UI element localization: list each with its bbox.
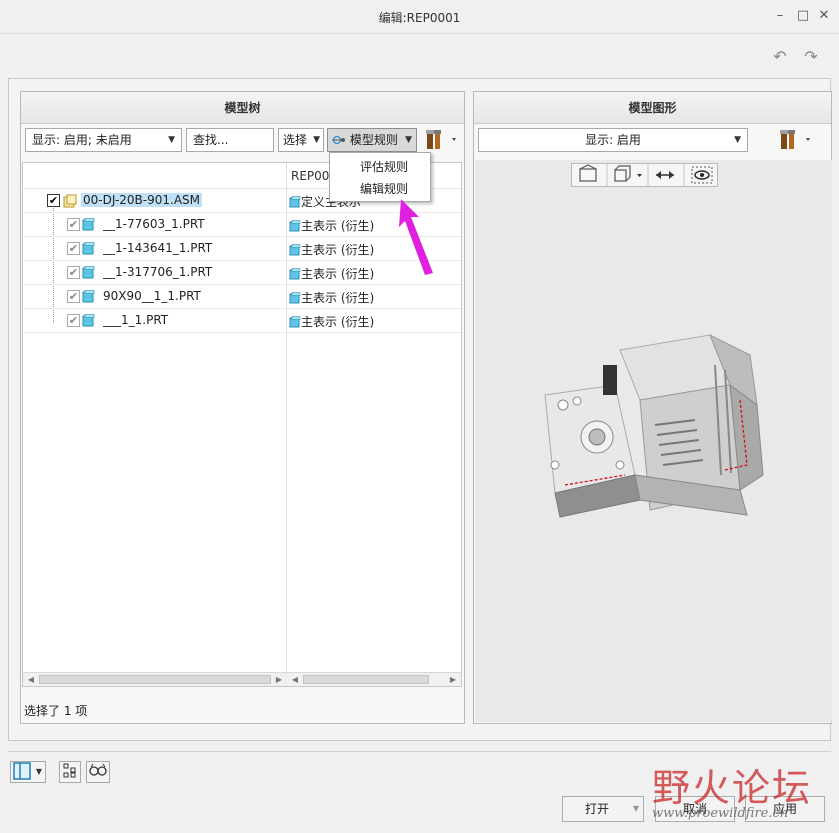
tree-row-rep: 主表示 (衍生) xyxy=(289,265,374,282)
layout-icon xyxy=(13,762,31,780)
minimize-button[interactable]: – xyxy=(771,7,789,25)
model-rules-button[interactable]: 模型规则 ▼ xyxy=(327,128,417,152)
cube-icon xyxy=(289,316,301,328)
graphics-settings-button[interactable] xyxy=(776,128,816,152)
layout-toggle-button[interactable]: ▼ xyxy=(10,761,46,783)
cube-icon xyxy=(289,220,301,232)
view-toolbar-icons xyxy=(579,164,713,186)
checkbox[interactable]: ✔ xyxy=(67,314,80,327)
graphics-display-combo-value: 显示: 启用 xyxy=(585,133,641,147)
watermark-brand: 野火论坛 xyxy=(652,766,813,810)
chevron-down-icon: ▼ xyxy=(734,135,741,145)
watermark: 野火论坛 www.proewildfire.cn xyxy=(652,768,812,821)
maximize-button[interactable]: □ xyxy=(794,7,812,25)
tree-row-name: 90X90__1_1.PRT xyxy=(103,289,201,303)
checkbox[interactable]: ✔ xyxy=(67,290,80,303)
tree-row-rep-text: 主表示 (衍生) xyxy=(301,219,375,233)
part-icon xyxy=(82,242,95,255)
select-button[interactable]: 选择 ▼ xyxy=(278,128,324,152)
title-bar: 编辑:REP0001 – □ ✕ xyxy=(0,0,839,34)
tools-icon xyxy=(426,130,456,149)
watermark-url: www.proewildfire.cn xyxy=(652,806,789,821)
cube-icon xyxy=(289,268,301,280)
tree-row-rep-text: 主表示 (衍生) xyxy=(301,315,375,329)
cube-icon xyxy=(289,244,301,256)
part-icon xyxy=(82,314,95,327)
undo-icon[interactable]: ↶ xyxy=(769,48,791,66)
window-title: 编辑:REP0001 xyxy=(378,11,461,25)
assembly-icon xyxy=(63,194,77,208)
tree-row-rep: 主表示 (衍生) xyxy=(289,289,374,306)
scroll-right-icon[interactable]: ▶ xyxy=(447,673,459,686)
footer-separator xyxy=(8,751,831,752)
checkbox[interactable]: ✔ xyxy=(67,218,80,231)
zoom-fit-icon xyxy=(656,171,674,179)
tree-row-name: __1-77603_1.PRT xyxy=(103,217,205,231)
saved-views-icon xyxy=(579,164,597,182)
part-icon xyxy=(82,290,95,303)
tree-row-rep-text: 主表示 (衍生) xyxy=(301,291,375,305)
display-style-icon xyxy=(614,165,642,182)
checkbox[interactable]: ✔ xyxy=(67,242,80,255)
tree-structure-button[interactable] xyxy=(59,761,81,783)
open-button[interactable]: 打开 ▼ xyxy=(562,796,644,822)
close-button[interactable]: ✕ xyxy=(815,7,833,25)
cube-icon xyxy=(289,292,301,304)
chevron-down-icon: ▼ xyxy=(168,135,175,145)
tree-row-name: ___1_1.PRT xyxy=(103,313,169,327)
tree-row[interactable]: ✔ ___1_1.PRT 主表示 (衍生) xyxy=(23,309,461,333)
scroll-thumb[interactable] xyxy=(303,675,429,684)
tree-row-rep: 主表示 (衍生) xyxy=(289,241,374,258)
glasses-icon xyxy=(89,763,107,776)
cube-icon xyxy=(289,196,301,208)
tree-hscrollbar[interactable]: ◀ ▶ xyxy=(23,672,287,686)
tree-row-rep: 主表示 (衍生) xyxy=(289,313,374,330)
graphics-display-combo[interactable]: 显示: 启用 ▼ xyxy=(478,128,748,152)
preview-button[interactable] xyxy=(86,761,110,783)
chevron-down-icon: ▼ xyxy=(632,804,639,813)
tree-structure-icon xyxy=(63,763,76,778)
find-field-text: 查找... xyxy=(193,133,229,147)
tree-display-combo[interactable]: 显示: 启用; 未启用 ▼ xyxy=(25,128,182,152)
part-icon xyxy=(82,266,95,279)
view-toolbar xyxy=(571,163,718,187)
scroll-thumb[interactable] xyxy=(39,675,271,684)
chevron-down-icon: ▼ xyxy=(313,135,320,145)
selection-status: 选择了 1 项 xyxy=(24,704,88,718)
tree-row-name: 00-DJ-20B-901.ASM xyxy=(81,193,203,207)
checkbox[interactable]: ✔ xyxy=(67,266,80,279)
open-button-label: 打开 xyxy=(585,802,610,816)
scroll-left-icon[interactable]: ◀ xyxy=(25,673,37,686)
tree-display-combo-value: 显示: 启用; 未启用 xyxy=(32,133,132,147)
tree-settings-button[interactable] xyxy=(423,128,461,152)
model-rules-icon xyxy=(332,135,345,145)
tree-row-rep-text: 主表示 (衍生) xyxy=(301,267,375,281)
part-icon xyxy=(82,218,95,231)
select-button-label: 选择 xyxy=(283,133,308,147)
visibility-icon xyxy=(691,166,713,184)
tree-row-rep-text: 主表示 (衍生) xyxy=(301,243,375,257)
rep-column-header: REP00 xyxy=(291,169,330,183)
tree-row-rep: 主表示 (衍生) xyxy=(289,217,374,234)
redo-icon[interactable]: ↷ xyxy=(800,48,822,66)
tree-row-name: __1-143641_1.PRT xyxy=(103,241,213,255)
checkbox[interactable]: ✔ xyxy=(47,194,60,207)
model-tree-title: 模型树 xyxy=(21,92,464,124)
tools-icon xyxy=(780,130,810,149)
tree-row-name: __1-317706_1.PRT xyxy=(103,265,213,279)
chevron-down-icon: ▼ xyxy=(35,767,42,776)
model-3d-render xyxy=(544,333,764,518)
model-graphics-title: 模型图形 xyxy=(474,92,831,124)
chevron-down-icon: ▼ xyxy=(405,135,412,145)
scroll-left-icon[interactable]: ◀ xyxy=(289,673,301,686)
annotation-arrow xyxy=(399,199,433,275)
find-field[interactable]: 查找... xyxy=(186,128,274,152)
scroll-right-icon[interactable]: ▶ xyxy=(273,673,285,686)
model-rules-label: 模型规则 xyxy=(349,133,398,147)
tree-row[interactable]: ✔ 90X90__1_1.PRT 主表示 (衍生) xyxy=(23,285,461,309)
rep-hscrollbar[interactable]: ◀ ▶ xyxy=(287,672,461,686)
menu-item-evaluate-rules[interactable]: 评估规则 xyxy=(360,158,408,175)
